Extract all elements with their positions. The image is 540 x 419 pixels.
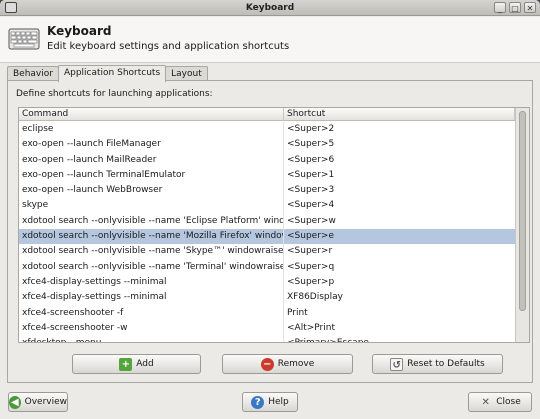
table-row[interactable]: xfce4-display-settings --minimal XF86Disp… bbox=[19, 290, 515, 306]
shortcut-cell: <Super>w bbox=[287, 215, 336, 226]
command-cell: xdotool search --onlyvisible --name 'Ter… bbox=[19, 259, 284, 275]
close-window-button[interactable]: ✕ bbox=[524, 2, 536, 13]
overview-button[interactable]: ◀ Overview bbox=[8, 392, 68, 412]
command-cell: xfce4-display-settings --minimal bbox=[19, 290, 284, 306]
table-row[interactable]: xdotool search --onlyvisible --name 'Moz… bbox=[19, 229, 515, 245]
command-cell: exo-open --launch WebBrowser bbox=[19, 183, 284, 199]
command-cell: xdotool search --onlyvisible --name 'Sky… bbox=[19, 244, 284, 260]
column-header-shortcut[interactable]: Shortcut bbox=[284, 108, 515, 120]
add-button-label: Add bbox=[136, 359, 154, 369]
title-bar[interactable]: Keyboard _ □ ✕ bbox=[0, 0, 540, 16]
command-cell: exo-open --launch MailReader bbox=[19, 152, 284, 168]
table-row[interactable]: xfce4-display-settings --minimal <Super>p bbox=[19, 274, 515, 291]
help-button[interactable]: ? Help bbox=[242, 392, 298, 412]
table-row[interactable]: xfdesktop --menu<Primary>Escape bbox=[19, 336, 515, 342]
command-cell: xfdesktop --menu bbox=[19, 336, 284, 342]
shortcut-cell: <Primary>Escape bbox=[284, 336, 515, 342]
scrollbar-thumb[interactable] bbox=[519, 111, 526, 311]
header-subtitle: Edit keyboard settings and application s… bbox=[47, 41, 290, 52]
panel-description: Define shortcuts for launching applicati… bbox=[16, 89, 213, 99]
shortcut-cell: <Super>p bbox=[287, 276, 335, 287]
remove-button[interactable]: − Remove bbox=[222, 354, 353, 374]
shortcut-cell: <Super>6 bbox=[287, 154, 335, 165]
tab-layout[interactable]: Layout bbox=[165, 66, 208, 81]
command-cell: xfce4-display-settings --minimal bbox=[19, 274, 284, 291]
reset-to-defaults-button[interactable]: ↺ Reset to Defaults bbox=[372, 354, 503, 374]
list-rows: eclipse <Super>2 exo-open --launch FileMan… bbox=[19, 122, 515, 342]
table-row[interactable]: eclipse <Super>2 bbox=[19, 122, 515, 138]
command-cell: xdotool search --onlyvisible --name 'Moz… bbox=[19, 229, 284, 245]
command-cell: xfce4-screenshooter -f bbox=[19, 305, 284, 321]
remove-button-label: Remove bbox=[277, 359, 315, 369]
command-cell: xdotool search --onlyvisible --name 'Ecl… bbox=[19, 213, 284, 230]
table-row[interactable]: xdotool search --onlyvisible --name 'Sky… bbox=[19, 244, 515, 260]
back-arrow-icon: ◀ bbox=[9, 395, 21, 409]
command-cell: xfce4-screenshooter -w bbox=[19, 320, 284, 337]
command-cell: exo-open --launch TerminalEmulator bbox=[19, 167, 284, 184]
shortcut-cell: <Super>1 bbox=[287, 169, 335, 180]
window-title: Keyboard bbox=[245, 3, 295, 13]
keyboard-settings-window: Keyboard _ □ ✕ Keyboard Edit keyboard se… bbox=[0, 0, 540, 419]
tab-behavior[interactable]: Behavior bbox=[7, 66, 59, 81]
command-cell: exo-open --launch FileManager bbox=[19, 137, 284, 153]
close-icon: ✕ bbox=[481, 396, 490, 408]
shortcut-cell: <Super>4 bbox=[287, 200, 335, 211]
list-header: Command Shortcut bbox=[19, 108, 515, 121]
table-row[interactable]: exo-open --launch WebBrowser <Super>3 bbox=[19, 183, 515, 199]
table-row[interactable]: xfce4-screenshooter -w <Alt>Print bbox=[19, 320, 515, 337]
shortcut-cell: <Super>2 bbox=[287, 124, 335, 134]
plus-icon: + bbox=[119, 357, 133, 371]
tab-application-shortcuts[interactable]: Application Shortcuts bbox=[57, 65, 167, 82]
shortcuts-list[interactable]: Command Shortcut eclipse <Super>2 exo-open… bbox=[18, 107, 530, 343]
shortcut-cell: XF86Display bbox=[287, 292, 343, 303]
table-row[interactable]: exo-open --launch MailReader <Super>6 bbox=[19, 152, 515, 168]
keyboard-icon bbox=[8, 28, 40, 50]
reset-button-label: Reset to Defaults bbox=[407, 359, 485, 369]
minus-icon: − bbox=[260, 357, 274, 371]
application-shortcuts-panel: Define shortcuts for launching applicati… bbox=[7, 80, 533, 383]
command-cell: skype bbox=[19, 198, 284, 214]
reset-icon: ↺ bbox=[390, 357, 404, 371]
table-row[interactable]: skype <Super>4 bbox=[19, 198, 515, 214]
help-button-label: Help bbox=[268, 397, 289, 407]
column-header-command[interactable]: Command bbox=[19, 108, 284, 120]
shortcut-cell: <Super>5 bbox=[287, 139, 335, 150]
dialog-header: Keyboard Edit keyboard settings and appl… bbox=[0, 17, 540, 63]
command-cell: eclipse bbox=[19, 122, 284, 138]
header-title: Keyboard bbox=[47, 24, 112, 38]
shortcut-cell: <Alt>Print bbox=[287, 322, 335, 333]
minimize-button[interactable]: _ bbox=[494, 2, 506, 13]
tab-bar: Behavior Application Shortcuts Layout bbox=[7, 65, 208, 82]
add-button[interactable]: + Add bbox=[72, 354, 201, 374]
close-button[interactable]: ✕ Close bbox=[468, 392, 532, 412]
shortcut-cell: <Super>q bbox=[287, 261, 335, 272]
vertical-scrollbar[interactable] bbox=[515, 108, 529, 342]
table-row[interactable]: xdotool search --onlyvisible --name 'Ter… bbox=[19, 259, 515, 275]
maximize-button[interactable]: □ bbox=[509, 2, 521, 13]
table-row[interactable]: xdotool search --onlyvisible --name 'Ecl… bbox=[19, 213, 515, 230]
help-icon: ? bbox=[251, 395, 265, 409]
shortcut-cell: <Super>3 bbox=[287, 185, 335, 196]
table-row[interactable]: xfce4-screenshooter -f Print bbox=[19, 305, 515, 321]
table-row[interactable]: exo-open --launch FileManager <Super>5 bbox=[19, 137, 515, 153]
overview-button-label: Overview bbox=[24, 397, 67, 407]
shortcut-cell: <Super>r bbox=[287, 246, 333, 257]
shortcut-cell: <Super>e bbox=[287, 231, 334, 242]
table-row[interactable]: exo-open --launch TerminalEmulator <Super… bbox=[19, 167, 515, 184]
shortcut-cell: Print bbox=[287, 307, 308, 318]
close-button-label: Close bbox=[496, 397, 521, 407]
window-controls: _ □ ✕ bbox=[494, 2, 536, 13]
